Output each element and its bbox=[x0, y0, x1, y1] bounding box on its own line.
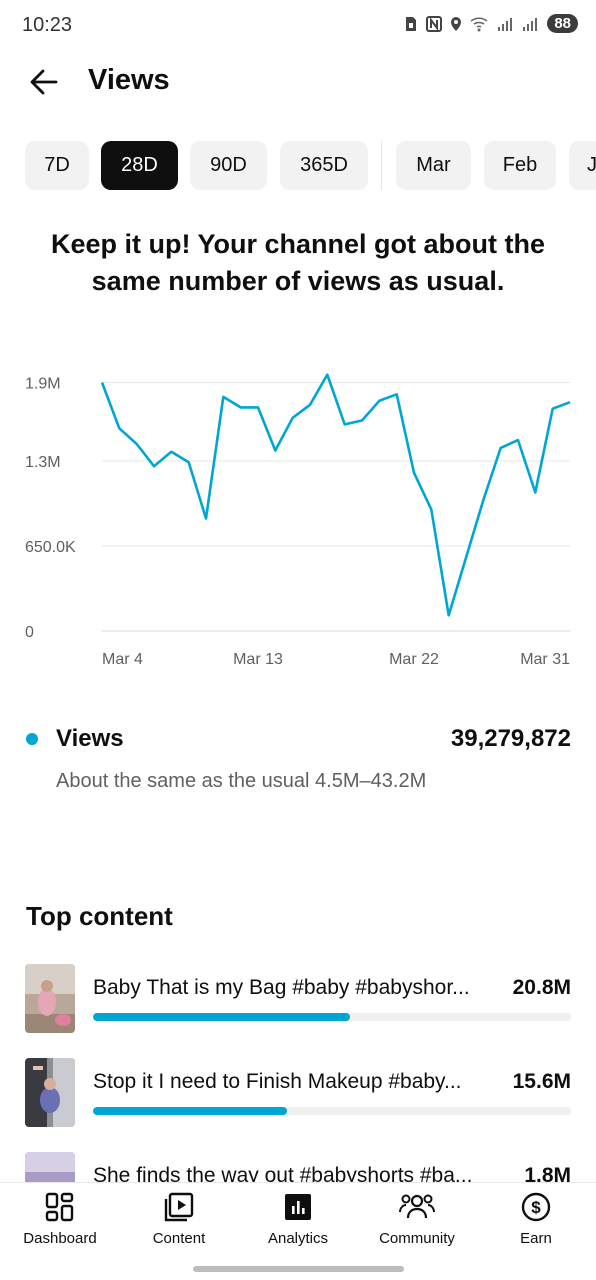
back-button[interactable] bbox=[24, 62, 64, 102]
x-tick-label: Mar 22 bbox=[389, 651, 439, 668]
views-series-line bbox=[100, 373, 571, 617]
insight-headline: Keep it up! Your channel got about the s… bbox=[50, 229, 545, 296]
nfc-icon bbox=[426, 15, 443, 32]
page-title: Views bbox=[88, 64, 170, 96]
video-thumbnail bbox=[25, 1152, 75, 1183]
content-item-title: Stop it I need to Finish Makeup #baby... bbox=[93, 1070, 462, 1093]
svg-text:$: $ bbox=[531, 1198, 541, 1217]
chip-label: Mar bbox=[416, 154, 451, 176]
content-item[interactable]: Stop it I need to Finish Makeup #baby...… bbox=[0, 1057, 596, 1137]
metric-label: Views bbox=[56, 725, 124, 752]
y-tick-label: 1.3M bbox=[25, 454, 61, 471]
chip-label: J bbox=[587, 154, 596, 176]
content-item-bar-fill bbox=[93, 1107, 288, 1115]
chip-28d[interactable]: 28D bbox=[101, 141, 178, 190]
wifi-icon bbox=[470, 17, 488, 31]
content-item-bar-track bbox=[93, 1013, 571, 1021]
top-content-list: Baby That is my Bag #baby #babyshor... 2… bbox=[0, 963, 596, 1183]
nav-label: Content bbox=[152, 1230, 206, 1247]
chip-label: Feb bbox=[502, 154, 538, 176]
content-item-views: 15.6M bbox=[512, 1070, 571, 1093]
x-tick-label: Mar 4 bbox=[102, 651, 143, 668]
metric-value: 39,279,872 bbox=[450, 725, 571, 752]
content-item-title: She finds the way out #babyshorts #ba... bbox=[93, 1164, 473, 1183]
nav-community[interactable]: Community bbox=[362, 1191, 472, 1251]
dashboard-icon bbox=[45, 1192, 74, 1222]
nav-dashboard[interactable]: Dashboard bbox=[5, 1191, 115, 1251]
content-item-views: 20.8M bbox=[512, 976, 571, 999]
content-item[interactable]: Baby That is my Bag #baby #babyshor... 2… bbox=[0, 963, 596, 1043]
chip-feb[interactable]: Feb bbox=[484, 141, 556, 190]
period-chip-row: 7D 28D 90D 365D Mar Feb J bbox=[0, 141, 596, 191]
nav-earn[interactable]: $ Earn bbox=[481, 1191, 591, 1251]
x-tick-label: Mar 31 bbox=[520, 651, 570, 668]
content-icon bbox=[164, 1192, 194, 1222]
signal-icon-2 bbox=[523, 17, 538, 31]
analytics-icon bbox=[285, 1194, 311, 1220]
chip-label: 365D bbox=[300, 154, 348, 176]
nav-content[interactable]: Content bbox=[124, 1191, 234, 1251]
sim-card-icon bbox=[406, 16, 417, 31]
status-icons: 88 bbox=[403, 14, 578, 33]
nav-analytics[interactable]: Analytics bbox=[243, 1191, 353, 1251]
content-item-bar-fill bbox=[93, 1013, 350, 1021]
nav-label: Dashboard bbox=[23, 1230, 97, 1247]
earn-icon: $ bbox=[521, 1192, 551, 1222]
status-bar: 10:23 88 bbox=[0, 0, 596, 52]
series-legend-dot bbox=[26, 733, 38, 745]
chip-mar[interactable]: Mar bbox=[396, 141, 471, 190]
chip-7d[interactable]: 7D bbox=[25, 141, 89, 190]
nav-label: Earn bbox=[520, 1230, 552, 1247]
y-tick-label: 650.0K bbox=[25, 539, 76, 556]
chip-label: 28D bbox=[121, 154, 158, 176]
nav-label: Analytics bbox=[267, 1230, 329, 1247]
top-content-title: Top content bbox=[26, 901, 173, 931]
community-icon bbox=[399, 1194, 435, 1219]
home-indicator bbox=[193, 1266, 404, 1272]
content-item-title: Baby That is my Bag #baby #babyshor... bbox=[93, 976, 470, 999]
back-arrow-icon bbox=[30, 69, 58, 95]
location-icon bbox=[451, 16, 462, 31]
chip-label: 90D bbox=[210, 154, 247, 176]
signal-icon bbox=[498, 17, 513, 31]
y-tick-label: 0 bbox=[25, 624, 34, 641]
y-tick-label: 1.9M bbox=[25, 376, 61, 393]
video-thumbnail bbox=[25, 964, 75, 1033]
chip-365d[interactable]: 365D bbox=[280, 141, 368, 190]
chip-divider bbox=[381, 141, 382, 190]
content-item-views: 1.8M bbox=[524, 1164, 571, 1183]
content-item-bar-track bbox=[93, 1107, 571, 1115]
chip-90d[interactable]: 90D bbox=[190, 141, 267, 190]
video-thumbnail bbox=[25, 1058, 75, 1127]
chip-jan[interactable]: J bbox=[569, 141, 596, 190]
x-tick-label: Mar 13 bbox=[233, 651, 283, 668]
content-item[interactable]: She finds the way out #babyshorts #ba...… bbox=[0, 1151, 596, 1183]
views-line-chart[interactable]: 1.9M 1.3M 650.0K 0 Mar 4 Mar 13 Mar 22 Mar 31 bbox=[0, 355, 596, 675]
metric-description: About the same as the usual 4.5M–43.2M bbox=[56, 770, 427, 792]
battery-indicator: 88 bbox=[547, 14, 578, 33]
chip-label: 7D bbox=[44, 154, 70, 176]
nav-label: Community bbox=[379, 1230, 455, 1247]
status-time: 10:23 bbox=[22, 14, 73, 36]
app-header: Views bbox=[0, 56, 596, 106]
